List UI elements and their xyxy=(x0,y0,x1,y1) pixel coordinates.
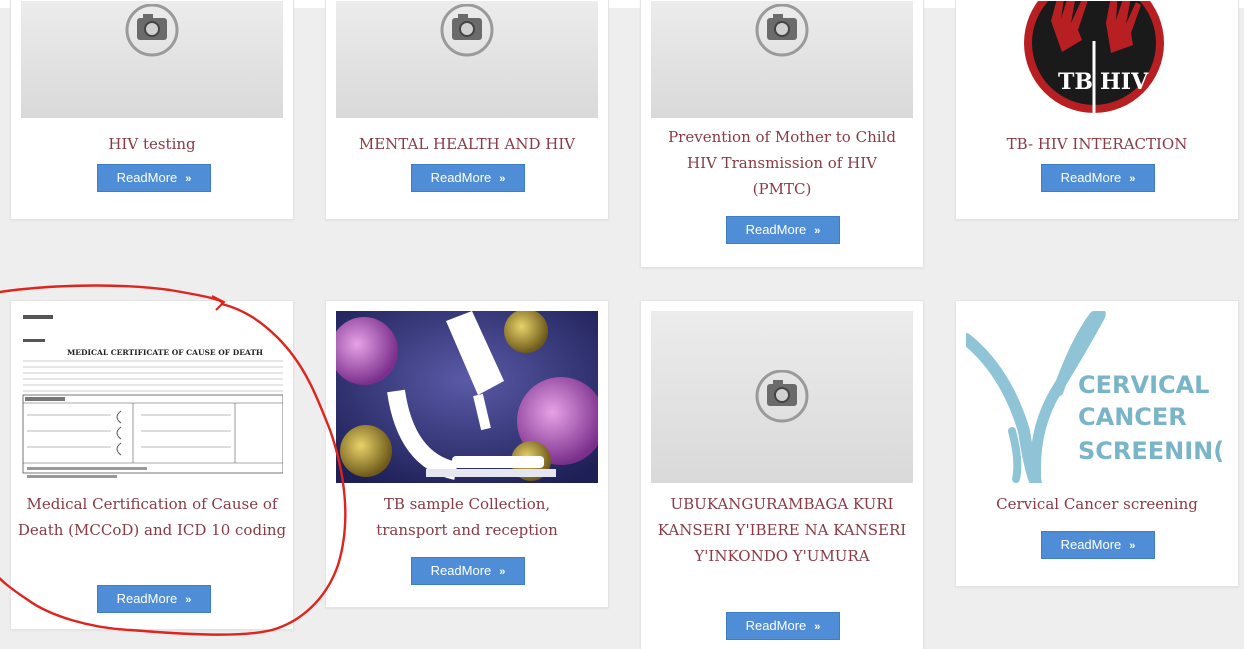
card-title[interactable]: TB sample Collection, transport and rece… xyxy=(326,491,608,543)
read-more-button[interactable]: ReadMore » xyxy=(726,216,840,244)
card-ubukangurambaga: UBUKANGURAMBAGA KURI KANSERI Y'IBERE NA … xyxy=(640,300,924,649)
card-image-placeholder[interactable] xyxy=(651,311,913,483)
read-more-button[interactable]: ReadMore » xyxy=(1041,531,1155,559)
card-title[interactable]: MENTAL HEALTH AND HIV xyxy=(326,131,608,157)
cervical-cancer-ribbon-logo: CERVICAL CANCER SCREENIN( xyxy=(966,311,1228,483)
camera-icon xyxy=(125,4,179,57)
cervical-logo-line1: CERVICAL xyxy=(1078,371,1209,399)
double-chevron-right-icon: » xyxy=(814,225,821,237)
read-more-button[interactable]: ReadMore » xyxy=(1041,164,1155,192)
card-mccod: MEDICAL CERTIFICATE OF CAUSE OF DEATH Me… xyxy=(10,300,294,630)
camera-icon xyxy=(755,370,809,423)
double-chevron-right-icon: » xyxy=(499,566,506,578)
read-more-label: ReadMore xyxy=(430,170,492,185)
double-chevron-right-icon: » xyxy=(185,173,192,185)
cervical-logo-line3: SCREENIN( xyxy=(1078,437,1224,465)
death-certificate-document: MEDICAL CERTIFICATE OF CAUSE OF DEATH xyxy=(21,311,283,483)
read-more-label: ReadMore xyxy=(430,563,492,578)
read-more-button[interactable]: ReadMore » xyxy=(726,612,840,640)
read-more-button[interactable]: ReadMore » xyxy=(411,164,525,192)
camera-icon xyxy=(755,4,809,57)
card-title[interactable]: UBUKANGURAMBAGA KURI KANSERI Y'IBERE NA … xyxy=(641,491,923,569)
card-title[interactable]: Medical Certification of Cause of Death … xyxy=(11,491,293,543)
card-cervical-cancer: CERVICAL CANCER SCREENIN( Cervical Cance… xyxy=(955,300,1239,587)
card-title[interactable]: Cervical Cancer screening xyxy=(956,491,1238,517)
double-chevron-right-icon: » xyxy=(185,594,192,606)
read-more-label: ReadMore xyxy=(745,222,807,237)
certificate-title: MEDICAL CERTIFICATE OF CAUSE OF DEATH xyxy=(67,348,263,357)
card-tb-sample: TB sample Collection, transport and rece… xyxy=(325,300,609,608)
card-image-certificate[interactable]: MEDICAL CERTIFICATE OF CAUSE OF DEATH xyxy=(21,311,283,483)
card-hiv-testing: HIV testing ReadMore » xyxy=(10,0,294,220)
read-more-label: ReadMore xyxy=(1060,170,1122,185)
cervical-logo-line2: CANCER xyxy=(1078,403,1187,431)
card-image-placeholder[interactable] xyxy=(21,1,283,118)
card-image-placeholder[interactable] xyxy=(651,1,913,118)
double-chevron-right-icon: » xyxy=(499,173,506,185)
read-more-button[interactable]: ReadMore » xyxy=(97,585,211,613)
tb-hiv-logo: TB HIV xyxy=(1024,1,1164,118)
microscope-virus-illustration xyxy=(336,311,598,483)
tb-hiv-logo-tb-text: TB xyxy=(1058,69,1093,95)
card-mental-health-hiv: MENTAL HEALTH AND HIV ReadMore » xyxy=(325,0,609,220)
card-image-cervical[interactable]: CERVICAL CANCER SCREENIN( xyxy=(966,311,1228,483)
card-image-placeholder[interactable] xyxy=(336,1,598,118)
double-chevron-right-icon: » xyxy=(1129,173,1136,185)
card-title[interactable]: TB- HIV INTERACTION xyxy=(956,131,1238,157)
read-more-button[interactable]: ReadMore » xyxy=(411,557,525,585)
card-title[interactable]: Prevention of Mother to Child HIV Transm… xyxy=(641,124,923,202)
camera-icon xyxy=(440,4,494,57)
card-tb-hiv-interaction: TB HIV TB- HIV INTERACTION ReadMore » xyxy=(955,0,1239,220)
card-pmtct: Prevention of Mother to Child HIV Transm… xyxy=(640,0,924,268)
double-chevron-right-icon: » xyxy=(1129,540,1136,552)
read-more-label: ReadMore xyxy=(745,618,807,633)
read-more-label: ReadMore xyxy=(116,591,178,606)
card-image-tb-hiv[interactable]: TB HIV xyxy=(966,1,1228,118)
double-chevron-right-icon: » xyxy=(814,621,821,633)
read-more-button[interactable]: ReadMore » xyxy=(97,164,211,192)
read-more-label: ReadMore xyxy=(1060,537,1122,552)
card-image-microscope[interactable] xyxy=(336,311,598,483)
tb-hiv-logo-hiv-text: HIV xyxy=(1100,69,1149,95)
card-title[interactable]: HIV testing xyxy=(11,131,293,157)
read-more-label: ReadMore xyxy=(116,170,178,185)
